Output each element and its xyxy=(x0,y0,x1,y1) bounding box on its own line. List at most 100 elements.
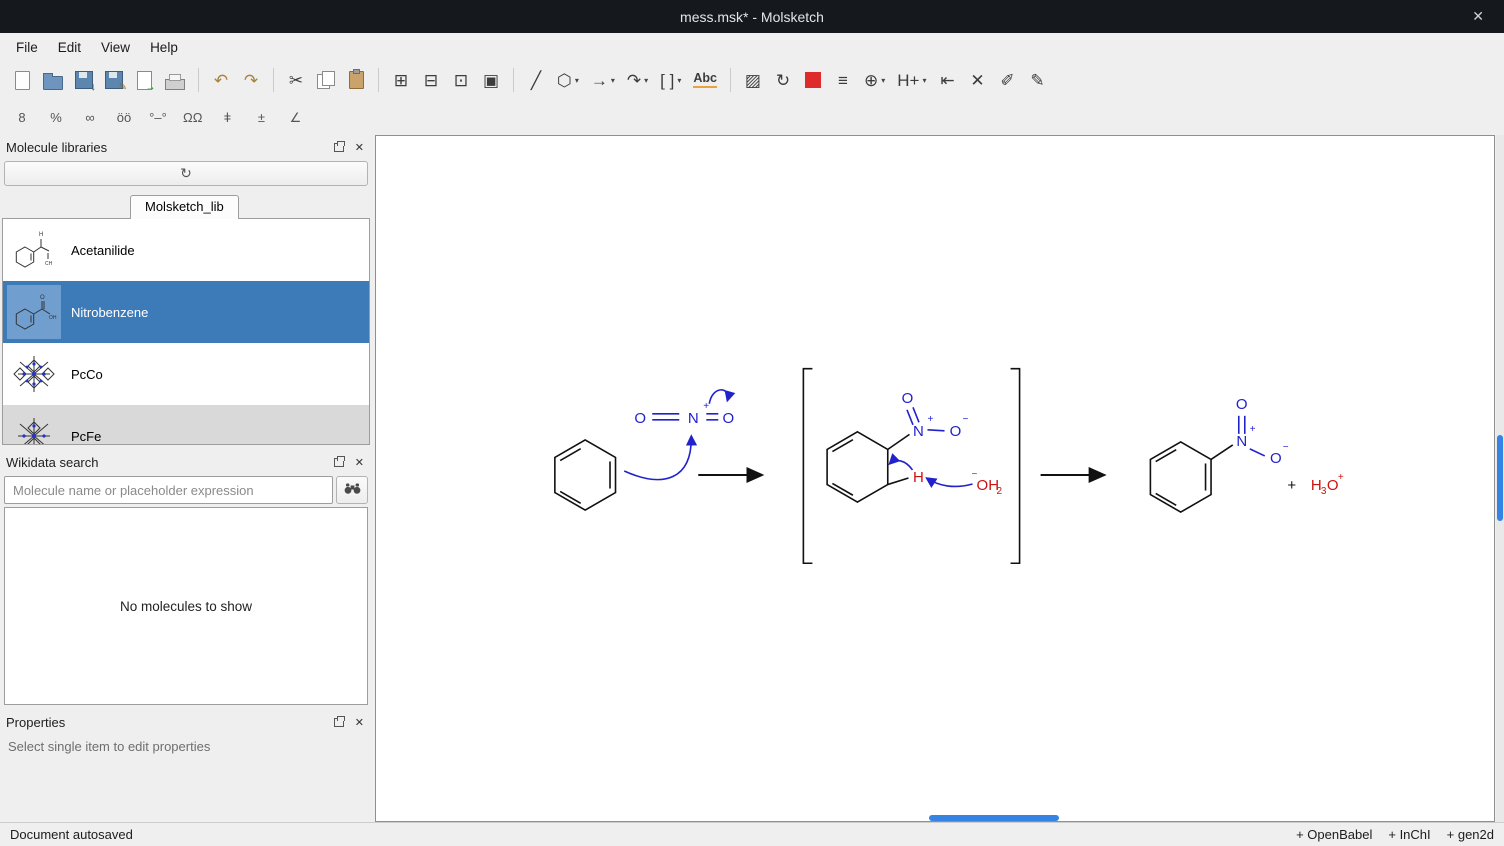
electron-flow-tool[interactable]: ✐ xyxy=(993,69,1021,92)
save-as-button[interactable] xyxy=(100,68,128,92)
dropdown-arrow-icon[interactable]: ▾ xyxy=(677,76,681,85)
dock-close-icon[interactable]: ✕ xyxy=(353,141,366,154)
rotate-tool[interactable]: ↻ xyxy=(769,69,797,92)
menu-file[interactable]: File xyxy=(6,36,48,59)
redo-button-icon: ↷ xyxy=(244,72,258,89)
export-button[interactable] xyxy=(130,68,158,93)
wikidata-search-button[interactable] xyxy=(336,476,368,504)
list-item-pcco[interactable]: PcCo xyxy=(3,343,369,405)
window-title: mess.msk* - Molsketch xyxy=(680,9,824,25)
bond-length-tool[interactable]: °–° xyxy=(144,108,172,127)
intermediate-bracket-right[interactable] xyxy=(1011,369,1020,564)
reaction-arrow-tool-icon: → xyxy=(591,72,608,89)
mechanism-arrow-rearomatize[interactable] xyxy=(889,461,912,470)
svg-text:O: O xyxy=(40,295,45,301)
horizontal-scrollbar-thumb[interactable] xyxy=(929,815,1059,821)
color-button[interactable] xyxy=(799,69,827,91)
zoom-fit-button[interactable]: ▣ xyxy=(477,69,505,92)
svg-text:CH: CH xyxy=(45,261,53,267)
hydronium-ion[interactable]: H 3 O + xyxy=(1311,472,1344,497)
vertical-scrollbar[interactable] xyxy=(1496,135,1504,822)
arenium-intermediate[interactable]: N + O O − H xyxy=(827,390,968,502)
bond-type-tool[interactable]: 8 xyxy=(8,108,36,127)
library-refresh-button[interactable]: ↻ xyxy=(4,161,368,186)
list-item-nitrobenzene[interactable]: O OH Nitrobenzene xyxy=(3,281,369,343)
product-o-right-label: O xyxy=(1270,450,1282,467)
water-nucleophile[interactable]: OH 2 − xyxy=(926,469,1002,497)
mechanism-arrow-tool[interactable]: ↷▾ xyxy=(622,69,653,92)
library-list: H CH Acetanilide O OH xyxy=(2,219,370,445)
list-item-pcfe[interactable]: PcFe xyxy=(3,405,369,445)
annotation-pen-tool[interactable]: ✎ xyxy=(1023,69,1051,92)
acetanilide-structure-icon: H CH xyxy=(7,223,61,277)
charge-pair-tool[interactable]: ± xyxy=(247,108,275,127)
dock-float-icon[interactable] xyxy=(334,458,344,467)
draw-bond-tool[interactable]: ╱ xyxy=(522,69,550,92)
undo-button[interactable]: ↶ xyxy=(207,69,235,92)
dropdown-arrow-icon[interactable]: ▾ xyxy=(611,76,615,85)
toolbar-separator xyxy=(273,68,274,92)
ring-tool[interactable]: ⬡▾ xyxy=(552,69,584,92)
menu-edit[interactable]: Edit xyxy=(48,36,91,59)
tab-molsketch-lib[interactable]: Molsketch_lib xyxy=(130,195,239,219)
mechanism-arrow-water-to-h[interactable] xyxy=(926,478,972,486)
color-swatch-icon xyxy=(805,72,821,88)
bond-angle-tool[interactable]: ∠ xyxy=(281,108,309,127)
list-item-label: PcCo xyxy=(71,367,103,382)
dock-float-icon[interactable] xyxy=(334,143,344,152)
drawing-canvas[interactable]: O N + O N xyxy=(375,135,1495,822)
delete-tool[interactable]: ✕ xyxy=(963,69,991,92)
product-nitrobenzene[interactable]: N + O O − xyxy=(1150,396,1288,512)
hatch-tool[interactable]: ▨ xyxy=(739,69,767,92)
paste-button[interactable] xyxy=(342,68,370,92)
wikidata-results-panel: No molecules to show xyxy=(4,507,368,705)
zoom-in-button[interactable]: ⊞ xyxy=(387,69,415,92)
dock-float-icon[interactable] xyxy=(334,718,344,727)
stereo-tool[interactable]: % xyxy=(42,108,70,127)
save-button[interactable] xyxy=(70,68,98,92)
text-tool[interactable]: Abc xyxy=(688,69,722,91)
charge-tool-icon: ⊕ xyxy=(864,72,878,89)
hydrogen-tool[interactable]: H+▾ xyxy=(892,69,931,92)
line-width-button[interactable]: ≡ xyxy=(829,69,857,92)
dropdown-arrow-icon[interactable]: ▾ xyxy=(881,76,885,85)
vertical-scrollbar-thumb[interactable] xyxy=(1497,435,1503,521)
charge-tool[interactable]: ⊕▾ xyxy=(859,69,890,92)
ring-pair-tool[interactable]: ΩΩ xyxy=(178,108,207,127)
annotation-pen-tool-icon: ✎ xyxy=(1030,72,1044,89)
zoom-original-button[interactable]: ⊡ xyxy=(447,69,475,92)
product-o-minus-charge: − xyxy=(1283,442,1289,453)
list-item-acetanilide[interactable]: H CH Acetanilide xyxy=(3,219,369,281)
dropdown-arrow-icon[interactable]: ▾ xyxy=(575,76,579,85)
dropdown-arrow-icon[interactable]: ▾ xyxy=(644,76,648,85)
align-atoms-tool[interactable]: ǂ xyxy=(213,108,241,127)
toolbar-separator xyxy=(513,68,514,92)
mechanism-arrow-pi-to-oxygen[interactable] xyxy=(709,390,728,404)
window-close-button[interactable]: ✕ xyxy=(1466,0,1490,33)
wikidata-search-input[interactable] xyxy=(4,476,333,504)
dock-close-icon[interactable]: ✕ xyxy=(353,456,366,469)
doc-export-icon xyxy=(137,71,152,90)
print-button[interactable] xyxy=(160,68,190,93)
mechanism-arrow-benzene-to-nitronium[interactable] xyxy=(624,436,691,480)
bracket-tool[interactable]: [ ]▾ xyxy=(655,69,686,92)
redo-button[interactable]: ↷ xyxy=(237,69,265,92)
cut-button[interactable]: ✂ xyxy=(282,69,310,92)
dock-close-icon[interactable]: ✕ xyxy=(353,716,366,729)
reactant-benzene[interactable] xyxy=(555,440,616,510)
charge-pair-tool-icon: ± xyxy=(258,111,265,124)
reaction-arrow-tool[interactable]: →▾ xyxy=(586,69,620,92)
copy-button[interactable] xyxy=(312,68,340,92)
libraries-dock-title: Molecule libraries xyxy=(6,140,334,155)
nitronium-ion[interactable]: O N + O xyxy=(634,401,734,427)
intermediate-bracket-left[interactable] xyxy=(803,369,812,564)
menu-help[interactable]: Help xyxy=(140,36,188,59)
align-tool[interactable]: ⇤ xyxy=(933,69,961,92)
zoom-out-button[interactable]: ⊟ xyxy=(417,69,445,92)
chain-tool[interactable]: ∞ xyxy=(76,108,104,127)
menu-view[interactable]: View xyxy=(91,36,140,59)
dropdown-arrow-icon[interactable]: ▾ xyxy=(922,76,926,85)
open-button[interactable] xyxy=(38,68,68,93)
new-file-button[interactable] xyxy=(8,68,36,93)
lone-pair-tool[interactable]: öö xyxy=(110,108,138,127)
